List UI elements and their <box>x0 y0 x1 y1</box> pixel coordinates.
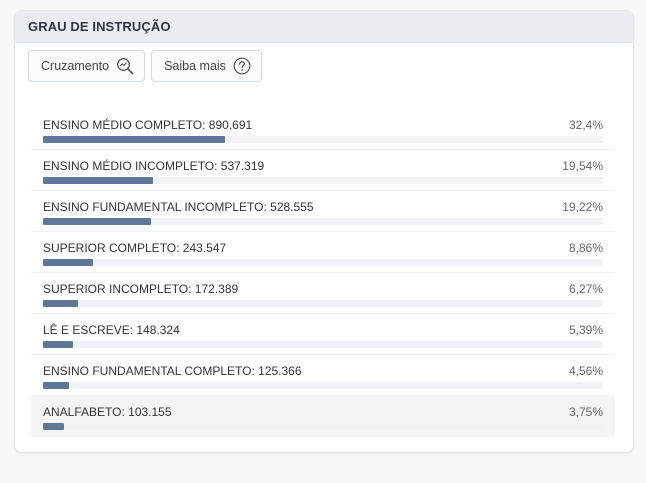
bar-track <box>43 341 603 348</box>
item-percentage: 5,39% <box>568 323 603 337</box>
item-label: LÊ E ESCREVE: 148.324 <box>43 323 180 337</box>
cruzamento-button[interactable]: Cruzamento <box>28 50 146 82</box>
help-circle-icon <box>233 57 251 75</box>
list-item: SUPERIOR COMPLETO: 243.547 8,86% <box>31 232 615 273</box>
bar-fill <box>43 177 153 184</box>
item-label: ENSINO MÉDIO INCOMPLETO: 537.319 <box>43 159 265 173</box>
bar-fill <box>43 423 65 430</box>
item-label: ENSINO MÉDIO COMPLETO: 890.691 <box>43 118 253 132</box>
bar-fill <box>43 218 151 225</box>
list-item: LÊ E ESCREVE: 148.324 5,39% <box>31 314 615 355</box>
search-chart-icon <box>116 57 134 75</box>
list-item: ENSINO FUNDAMENTAL COMPLETO: 125.366 4,5… <box>31 355 615 396</box>
bar-track <box>43 218 603 225</box>
bar-track <box>43 382 603 389</box>
bar-fill <box>43 259 93 266</box>
bar-fill <box>43 341 74 348</box>
item-percentage: 6,27% <box>568 282 603 296</box>
item-label: SUPERIOR COMPLETO: 243.547 <box>43 241 227 255</box>
item-label: ANALFABETO: 103.155 <box>43 405 172 419</box>
list-item: SUPERIOR INCOMPLETO: 172.389 6,27% <box>31 273 615 314</box>
item-label: ENSINO FUNDAMENTAL COMPLETO: 125.366 <box>43 364 302 378</box>
saiba-mais-label: Saiba mais <box>164 59 226 73</box>
item-percentage: 19,22% <box>562 200 603 214</box>
education-list: ENSINO MÉDIO COMPLETO: 890.691 32,4% ENS… <box>31 109 615 437</box>
education-panel: GRAU DE INSTRUÇÃO Cruzamento Saiba mais <box>14 10 634 453</box>
item-percentage: 3,75% <box>568 405 603 419</box>
list-item: ANALFABETO: 103.155 3,75% <box>31 396 615 437</box>
bar-track <box>43 177 603 184</box>
item-percentage: 32,4% <box>568 118 603 132</box>
bar-fill <box>43 382 69 389</box>
cruzamento-label: Cruzamento <box>41 59 110 73</box>
saiba-mais-button[interactable]: Saiba mais <box>151 50 262 82</box>
bar-track <box>43 300 603 307</box>
item-percentage: 8,86% <box>568 241 603 255</box>
item-percentage: 4,56% <box>568 364 603 378</box>
item-label: ENSINO FUNDAMENTAL INCOMPLETO: 528.555 <box>43 200 314 214</box>
list-item: ENSINO MÉDIO INCOMPLETO: 537.319 19,54% <box>31 150 615 191</box>
panel-toolbar: Cruzamento Saiba mais <box>28 50 262 82</box>
bar-track <box>43 423 603 430</box>
bar-fill <box>43 136 225 143</box>
item-label: SUPERIOR INCOMPLETO: 172.389 <box>43 282 239 296</box>
list-item: ENSINO FUNDAMENTAL INCOMPLETO: 528.555 1… <box>31 191 615 232</box>
bar-track <box>43 136 603 143</box>
panel-title: GRAU DE INSTRUÇÃO <box>15 11 633 43</box>
list-item: ENSINO MÉDIO COMPLETO: 890.691 32,4% <box>31 109 615 150</box>
item-percentage: 19,54% <box>562 159 603 173</box>
bar-fill <box>43 300 79 307</box>
bar-track <box>43 259 603 266</box>
